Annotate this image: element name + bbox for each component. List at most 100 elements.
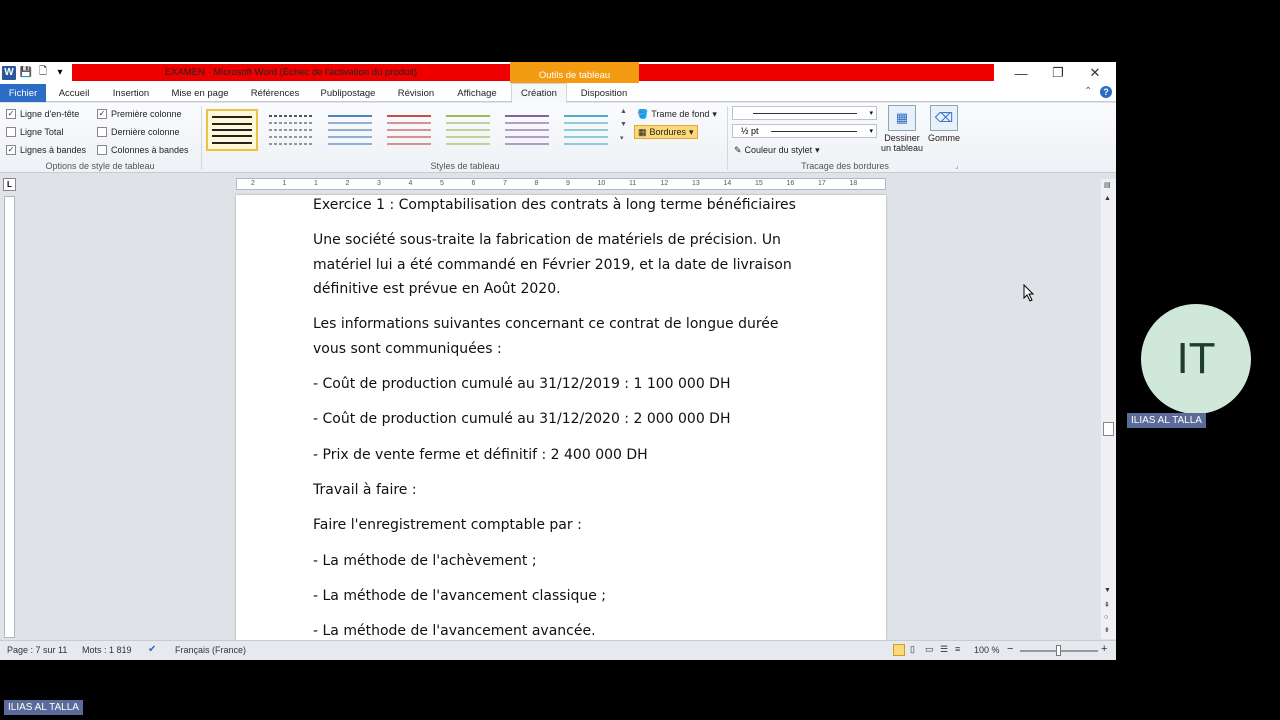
document-page[interactable]: Exercice 1 : Comptabilisation des contra… — [236, 195, 886, 640]
gallery-up-icon[interactable]: ▲ — [620, 108, 630, 115]
document-paragraph-line[interactable]: Les informations suivantes concernant ce… — [313, 312, 779, 337]
table-style-thumbnail[interactable] — [206, 109, 258, 151]
table-style-line — [212, 135, 252, 138]
tab-affichage[interactable]: Affichage — [450, 84, 504, 102]
checkbox-last-column[interactable]: Dernière colonne — [97, 127, 180, 137]
word-logo-icon[interactable]: W — [2, 65, 16, 80]
document-paragraph-line[interactable]: Une société sous-traite la fabrication d… — [313, 228, 781, 253]
scroll-up-icon[interactable]: ▲ — [1104, 195, 1111, 202]
zoom-out-icon[interactable]: − — [1007, 643, 1013, 655]
window-title: EXAMEN - Microsoft Word (Échec de l'acti… — [72, 64, 510, 81]
checkbox-header-row[interactable]: ✓ Ligne d'en-tête — [6, 109, 79, 119]
ribbon-tabs: Fichier Accueil Insertion Mise en page R… — [0, 83, 1116, 103]
table-style-line — [505, 121, 549, 124]
ruler-toggle-icon[interactable]: ▤ — [1104, 181, 1111, 189]
checkbox-first-column[interactable]: ✓ Première colonne — [97, 109, 182, 119]
print-layout-view-icon[interactable] — [893, 644, 905, 656]
vertical-ruler[interactable] — [4, 196, 15, 638]
word-count[interactable]: Mots : 1 819 — [82, 645, 132, 655]
close-button[interactable]: ✕ — [1077, 64, 1113, 82]
gallery-scroll[interactable]: ▲ ▼ ▾ — [620, 108, 630, 142]
word-window: W 💾 🗋 ▾ EXAMEN - Microsoft Word (Échec d… — [0, 62, 1116, 660]
eraser-label: Gomme — [928, 133, 961, 143]
document-paragraph-line[interactable]: - Coût de production cumulé au 31/12/202… — [313, 407, 730, 432]
restore-button[interactable]: ❐ — [1040, 64, 1076, 82]
help-icon[interactable]: ? — [1100, 86, 1112, 98]
vertical-scrollbar[interactable]: ▤ ▲ ▼ ⇞ ○ ⇟ — [1101, 179, 1116, 639]
table-style-line — [387, 143, 431, 146]
eraser-button[interactable]: ⌫ Gomme — [928, 105, 960, 143]
table-style-thumbnail[interactable] — [324, 109, 376, 151]
document-paragraph-line[interactable]: - La méthode de l'avancement classique ; — [313, 584, 606, 609]
document-paragraph-line[interactable]: matériel lui a été commandé en Février 2… — [313, 253, 792, 278]
table-styles-gallery — [206, 106, 630, 152]
document-paragraph-line[interactable]: - Coût de production cumulé au 31/12/201… — [313, 372, 730, 397]
line-style-select[interactable]: ▾ — [732, 106, 877, 120]
group-separator — [201, 106, 202, 170]
proofing-icon[interactable]: ✔ — [148, 644, 156, 655]
tab-disposition[interactable]: Disposition — [573, 84, 635, 102]
web-layout-view-icon[interactable]: ▭ — [925, 644, 934, 655]
full-screen-view-icon[interactable]: ▯ — [910, 644, 915, 655]
checkbox-banded-rows[interactable]: ✓ Lignes à bandes — [6, 145, 86, 155]
document-paragraph-line[interactable]: vous sont communiquées : — [313, 337, 502, 362]
tab-revision[interactable]: Révision — [390, 84, 442, 102]
zoom-in-icon[interactable]: + — [1101, 643, 1107, 655]
borders-button[interactable]: ▦ Bordures ▾ — [634, 125, 698, 139]
draw-table-button[interactable]: ▦ Dessiner un tableau — [878, 105, 926, 153]
outline-view-icon[interactable]: ☰ — [940, 644, 948, 655]
draft-view-icon[interactable]: ≡ — [955, 644, 960, 654]
table-style-line — [446, 143, 490, 146]
tab-mise-en-page[interactable]: Mise en page — [166, 84, 234, 102]
dialog-launcher-icon[interactable]: ⌟ — [955, 162, 958, 170]
title-bar-fill — [639, 64, 994, 81]
new-document-icon[interactable]: 🗋 — [36, 66, 50, 80]
page-indicator[interactable]: Page : 7 sur 11 — [7, 645, 67, 655]
table-style-thumbnail[interactable] — [265, 109, 317, 151]
group-label-table-styles: Styles de tableau — [430, 161, 500, 171]
table-style-thumbnail[interactable] — [560, 109, 612, 151]
shading-button[interactable]: 🪣 Trame de fond ▾ — [637, 107, 717, 121]
table-style-thumbnail[interactable] — [501, 109, 553, 151]
customize-toolbar-icon[interactable]: ▾ — [53, 66, 67, 80]
language-indicator[interactable]: Français (France) — [175, 645, 246, 655]
table-style-thumbnail[interactable] — [383, 109, 435, 151]
horizontal-ruler[interactable]: 2 1 1 2 3 4 5 6 7 8 9 10 11 12 13 14 15 16 17 18 — [236, 178, 886, 190]
gallery-down-icon[interactable]: ▼ — [620, 121, 630, 128]
line-sample — [753, 112, 858, 114]
scroll-thumb[interactable] — [1103, 422, 1114, 436]
tab-selector[interactable]: L — [3, 178, 16, 191]
table-style-thumbnail[interactable] — [442, 109, 494, 151]
document-paragraph-line[interactable]: Faire l'enregistrement comptable par : — [313, 513, 582, 538]
tab-creation[interactable]: Création — [511, 83, 567, 103]
tab-references[interactable]: Références — [244, 84, 306, 102]
ruler-mark: 15 — [755, 180, 763, 187]
checkbox-total-row[interactable]: Ligne Total — [6, 127, 63, 137]
document-paragraph-line[interactable]: - La méthode de l'achèvement ; — [313, 549, 537, 574]
zoom-slider-thumb[interactable] — [1056, 645, 1061, 656]
next-page-icon[interactable]: ⇟ — [1104, 626, 1110, 634]
line-weight-select[interactable]: ½ pt ▾ — [732, 124, 877, 138]
checkbox-banded-columns[interactable]: Colonnes à bandes — [97, 145, 189, 155]
pen-color-button[interactable]: ✎ Couleur du stylet ▾ — [734, 143, 820, 157]
browse-object-icon[interactable]: ○ — [1104, 614, 1108, 621]
table-style-line — [387, 121, 431, 124]
ruler-mark: 9 — [566, 180, 570, 187]
status-bar: Page : 7 sur 11 Mots : 1 819 ✔ Français … — [0, 640, 1116, 660]
scroll-down-icon[interactable]: ▼ — [1104, 587, 1111, 594]
previous-page-icon[interactable]: ⇞ — [1104, 601, 1110, 609]
tab-fichier[interactable]: Fichier — [0, 84, 46, 102]
gallery-more-icon[interactable]: ▾ — [620, 134, 630, 142]
document-paragraph-line[interactable]: définitive est prévue en Août 2020. — [313, 277, 561, 302]
document-paragraph-line[interactable]: Exercice 1 : Comptabilisation des contra… — [313, 195, 796, 218]
minimize-button[interactable]: — — [1003, 64, 1039, 82]
document-paragraph-line[interactable]: - La méthode de l'avancement avancée. — [313, 619, 596, 640]
document-paragraph-line[interactable]: - Prix de vente ferme et définitif : 2 4… — [313, 443, 648, 468]
collapse-ribbon-icon[interactable]: ⌃ — [1084, 86, 1092, 97]
zoom-level[interactable]: 100 % — [974, 645, 1000, 655]
tab-insertion[interactable]: Insertion — [104, 84, 158, 102]
tab-accueil[interactable]: Accueil — [52, 84, 96, 102]
document-paragraph-line[interactable]: Travail à faire : — [313, 478, 417, 503]
save-icon[interactable]: 💾 — [19, 66, 33, 80]
tab-publipostage[interactable]: Publipostage — [314, 84, 382, 102]
